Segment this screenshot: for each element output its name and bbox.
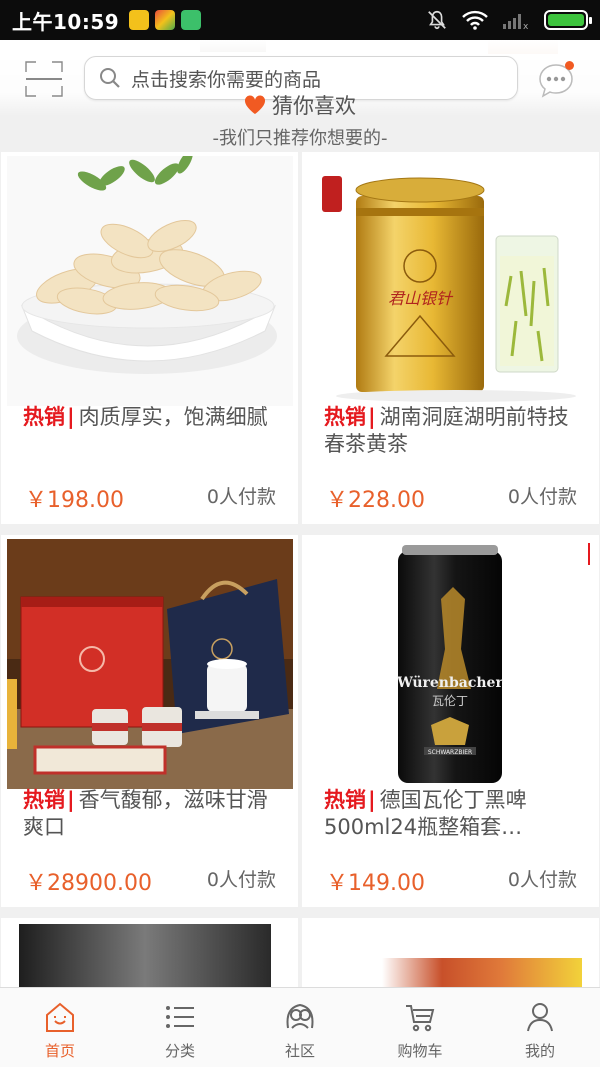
product-price: ￥228.00 xyxy=(326,488,425,513)
hot-tag: 热销 xyxy=(324,788,366,812)
recommend-title-text: 猜你喜欢 xyxy=(272,94,356,118)
search-placeholder: 点击搜索你需要的商品 xyxy=(131,68,322,91)
product-name: 肉质厚实，饱满细腻 xyxy=(78,405,268,429)
recommend-section-header: 猜你喜欢 -我们只推荐你想要的- xyxy=(0,90,600,150)
product-price: ￥198.00 xyxy=(25,488,124,513)
nav-category[interactable]: 分类 xyxy=(120,988,240,1067)
product-paid-count: 0人付款 xyxy=(206,869,276,891)
product-card[interactable]: 热销| 肉质厚实，饱满细腻 ￥198.00 0人付款 xyxy=(1,152,298,524)
hot-tag: 热销 xyxy=(23,405,65,429)
cart-icon xyxy=(406,1005,435,1032)
mute-bell-icon xyxy=(428,10,446,30)
product-card[interactable] xyxy=(302,918,599,988)
product-card[interactable]: 君山银针 热销| 湖南洞庭湖明前特技春茶黄茶 ￥228.00 0人付款 xyxy=(302,152,599,524)
nav-home[interactable]: 首页 xyxy=(0,988,120,1067)
battery-icon xyxy=(544,10,592,30)
tea-can-picture: 君山银针 xyxy=(306,156,592,406)
nav-cart[interactable]: 购物车 xyxy=(360,988,480,1067)
product-title: 热销| 湖南洞庭湖明前特技春茶黄茶 xyxy=(324,404,586,458)
notification-app-icon xyxy=(129,10,150,30)
recommend-title: 猜你喜欢 xyxy=(0,90,600,120)
product-image-tea-can[interactable]: 君山银针 xyxy=(306,156,592,406)
unread-dot xyxy=(565,61,574,70)
nav-mine[interactable]: 我的 xyxy=(480,988,600,1067)
nav-category-label: 分类 xyxy=(164,1042,195,1060)
beer-brand-cn: 瓦伦丁 xyxy=(432,693,468,708)
tea-gift-set-picture xyxy=(7,539,293,789)
hot-divider: | xyxy=(67,405,75,429)
nav-cart-label: 购物车 xyxy=(397,1042,443,1060)
hot-divider: | xyxy=(368,788,376,812)
product-card[interactable]: 热销| 香气馥郁，滋味甘滑爽口 ￥28900.00 0人付款 xyxy=(1,535,298,907)
wifi-icon xyxy=(462,10,488,30)
cell-signal-icon: x xyxy=(503,14,529,30)
status-bar: 上午10:59 x xyxy=(0,0,600,40)
community-icon xyxy=(286,1003,314,1029)
product-card[interactable]: Würenbacher 瓦伦丁 SCHWARZBIER 热销| 德国瓦伦丁黑啤50… xyxy=(302,535,599,907)
product-paid-count: 0人付款 xyxy=(206,486,276,508)
notification-app-icon xyxy=(155,10,176,30)
tea-can-label: 君山银针 xyxy=(388,289,454,308)
hot-divider: | xyxy=(67,788,75,812)
search-icon xyxy=(100,68,120,88)
hot-divider: | xyxy=(368,405,376,429)
home-icon xyxy=(46,1002,74,1032)
lily-bulb-picture xyxy=(7,156,293,406)
hot-tag: 热销 xyxy=(23,788,65,812)
nav-mine-label: 我的 xyxy=(524,1042,555,1060)
signal-x-mark: x xyxy=(523,22,529,30)
product-title: 热销| 德国瓦伦丁黑啤500ml24瓶整箱套… xyxy=(324,787,586,841)
product-title: 热销| 肉质厚实，饱满细腻 xyxy=(23,404,285,431)
status-app-icons xyxy=(129,10,202,30)
product-image-partial[interactable] xyxy=(382,958,582,988)
product-title: 热销| 香气馥郁，滋味甘滑爽口 xyxy=(23,787,285,841)
product-paid-count: 0人付款 xyxy=(507,486,577,508)
hot-tag: 热销 xyxy=(324,405,366,429)
beer-style-label: SCHWARZBIER xyxy=(428,749,472,756)
recommend-subtitle: -我们只推荐你想要的- xyxy=(212,128,388,149)
bottom-nav: 首页 分类 社区 购物车 我的 xyxy=(0,987,600,1067)
product-paid-count: 0人付款 xyxy=(507,869,577,891)
nav-community[interactable]: 社区 xyxy=(240,988,360,1067)
nav-home-label: 首页 xyxy=(44,1042,75,1060)
product-price: ￥149.00 xyxy=(326,871,425,896)
heart-icon xyxy=(244,95,266,114)
list-icon xyxy=(166,1006,194,1028)
notification-app-icon xyxy=(181,10,202,30)
product-card[interactable] xyxy=(1,918,298,988)
product-image-lily-bulb[interactable] xyxy=(7,156,293,406)
product-image-tea-gift-set[interactable] xyxy=(7,539,293,789)
product-image-beer-can[interactable]: Würenbacher 瓦伦丁 SCHWARZBIER xyxy=(306,539,592,789)
nav-community-label: 社区 xyxy=(284,1042,315,1060)
user-icon xyxy=(527,1003,553,1032)
beer-can-picture: Würenbacher 瓦伦丁 SCHWARZBIER xyxy=(306,539,592,789)
status-time: 上午10:59 xyxy=(12,9,120,34)
product-image-partial[interactable] xyxy=(19,924,271,988)
product-price: ￥28900.00 xyxy=(25,871,152,896)
beer-brand-label: Würenbacher xyxy=(396,675,503,691)
